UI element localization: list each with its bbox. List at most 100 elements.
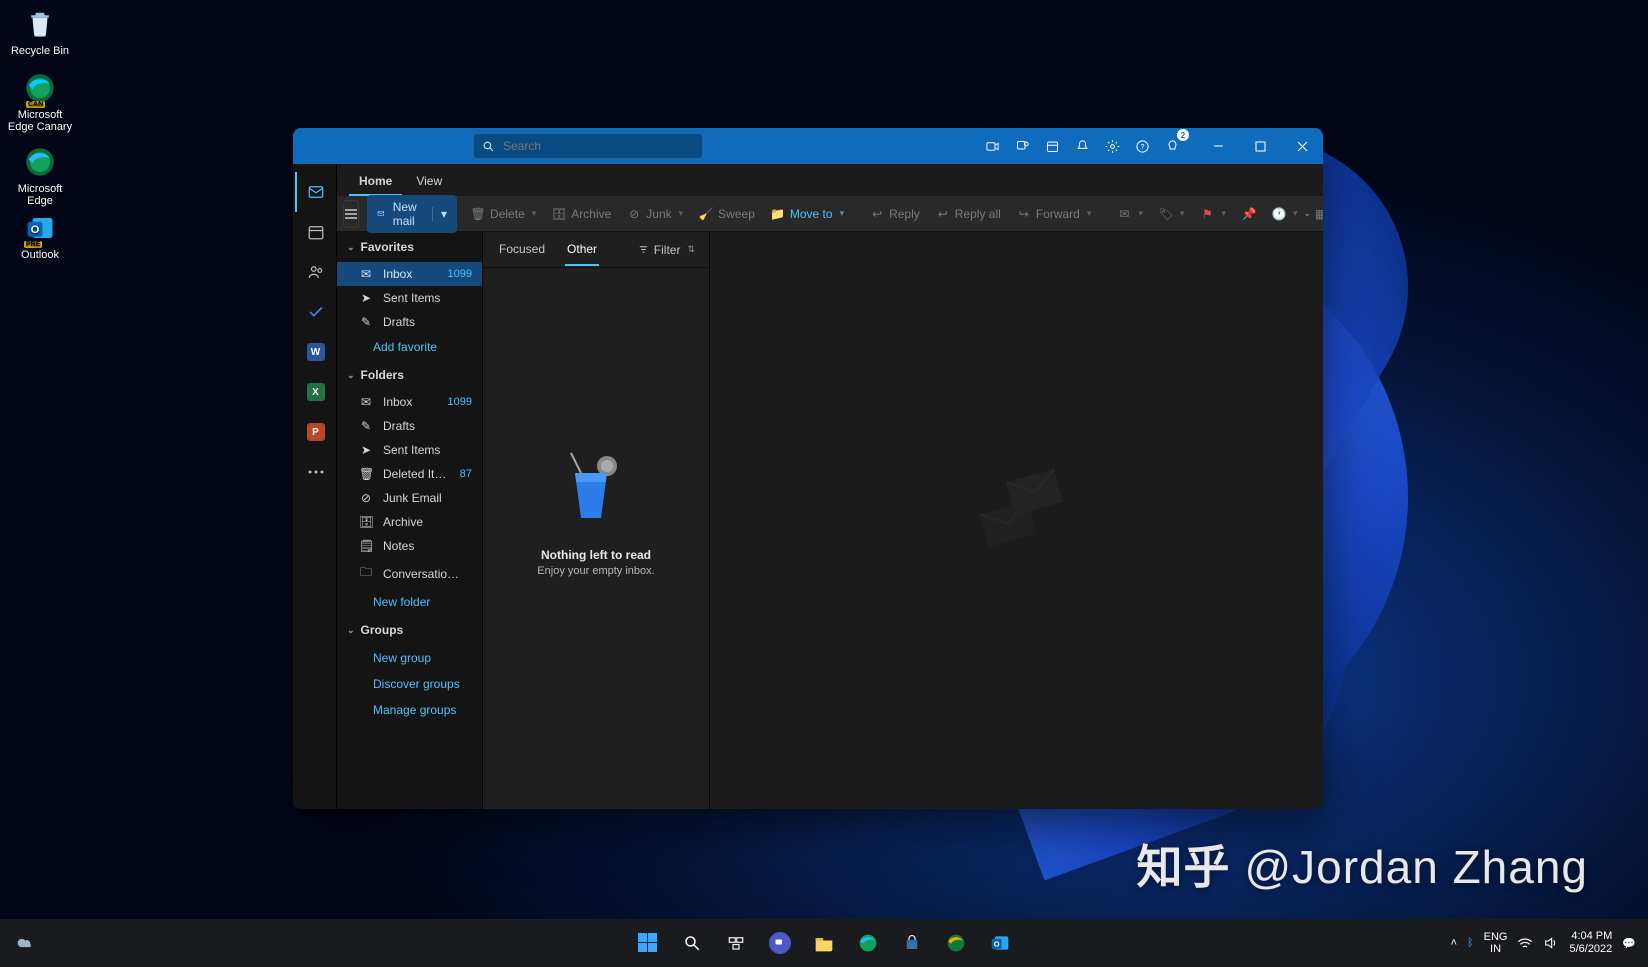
taskbar-taskview-button[interactable] <box>716 923 756 963</box>
taskbar-search-button[interactable] <box>672 923 712 963</box>
desktop-icon-recycle-bin[interactable]: Recycle Bin <box>4 6 76 57</box>
folder-favorites-drafts[interactable]: ✎Drafts <box>337 310 482 334</box>
rail-more-icon[interactable] <box>295 452 335 492</box>
taskbar: O ˄ ᛒ ENGIN 4:04 PM5/6/2022 💬 <box>0 919 1648 967</box>
meet-now-icon[interactable] <box>977 131 1007 161</box>
replyall-button[interactable]: ↩Reply all <box>930 203 1007 225</box>
taskbar-volume-icon[interactable] <box>1543 936 1559 950</box>
folder-deleted[interactable]: 🗑Deleted Items87 <box>337 462 482 486</box>
reading-pane <box>710 232 1323 809</box>
folder-notes[interactable]: 🗒Notes <box>337 534 482 558</box>
folder-archive[interactable]: 🗄Archive <box>337 510 482 534</box>
taskbar-notifications-icon[interactable]: 💬 <box>1622 937 1636 950</box>
folder-inbox[interactable]: ✉Inbox1099 <box>337 390 482 414</box>
reply-button[interactable]: ↩Reply <box>864 203 926 225</box>
pin-button[interactable]: 📌 <box>1236 203 1262 225</box>
tag-button[interactable]: 🏷▾ <box>1153 203 1191 225</box>
replyall-icon: ↩ <box>936 207 950 221</box>
collapse-ribbon-button[interactable]: ⌄ <box>1295 204 1317 223</box>
help-icon[interactable]: ? <box>1127 131 1157 161</box>
close-button[interactable] <box>1281 128 1323 164</box>
search-icon <box>482 140 495 153</box>
draft-icon: ✎ <box>359 419 373 433</box>
rail-excel-icon[interactable]: X <box>295 372 335 412</box>
taskbar-wifi-icon[interactable] <box>1517 936 1533 950</box>
taskbar-weather-icon[interactable] <box>6 923 46 963</box>
desktop-icon-edge-canary[interactable]: CAN Microsoft Edge Canary <box>4 70 76 133</box>
folder-conversation-history[interactable]: 🗀Conversation His... <box>337 558 482 589</box>
chevron-down-icon: ⌄ <box>347 242 355 253</box>
minimize-button[interactable] <box>1197 128 1239 164</box>
moveto-button[interactable]: 📁Move to▾ <box>765 203 850 225</box>
desktop-icon-edge[interactable]: Microsoft Edge <box>4 144 76 207</box>
inbox-icon: ✉ <box>359 267 373 281</box>
discover-groups-link[interactable]: Discover groups <box>337 671 482 697</box>
settings-icon[interactable] <box>1097 131 1127 161</box>
manage-groups-link[interactable]: Manage groups <box>337 697 482 723</box>
rail-word-icon[interactable]: W <box>295 332 335 372</box>
chevron-down-icon: ⌄ <box>1303 208 1311 219</box>
svg-text:?: ? <box>1140 142 1144 151</box>
desktop-icon-outlook[interactable]: OPRE Outlook <box>4 210 76 261</box>
sweep-icon: 🧹 <box>699 207 713 221</box>
taskbar-explorer-button[interactable] <box>804 923 844 963</box>
day-icon[interactable] <box>1037 131 1067 161</box>
flag-button[interactable]: ⚑▾ <box>1194 203 1232 225</box>
taskbar-clock[interactable]: 4:04 PM5/6/2022 <box>1569 930 1612 956</box>
maximize-button[interactable] <box>1239 128 1281 164</box>
sweep-button[interactable]: 🧹Sweep <box>693 203 761 225</box>
junk-button[interactable]: ⊘Junk▾ <box>621 203 689 225</box>
search-box[interactable] <box>473 133 703 159</box>
rail-todo-icon[interactable] <box>295 292 335 332</box>
add-favorite-link[interactable]: Add favorite <box>337 334 482 360</box>
section-favorites[interactable]: ⌄Favorites <box>337 232 482 262</box>
tab-focused[interactable]: Focused <box>497 234 547 266</box>
section-groups[interactable]: ⌄Groups <box>337 615 482 645</box>
empty-title: Nothing left to read <box>541 548 651 562</box>
archive-button[interactable]: 🗄Archive <box>546 203 617 225</box>
folder-icon: 📁 <box>771 207 785 221</box>
flag-icon: ⚑ <box>1200 207 1214 221</box>
rail-mail-icon[interactable] <box>295 172 335 212</box>
tab-view[interactable]: View <box>406 168 452 196</box>
taskbar-outlook-button[interactable]: O <box>980 923 1020 963</box>
new-mail-button[interactable]: New mail ▾ <box>367 195 457 233</box>
new-group-link[interactable]: New group <box>337 645 482 671</box>
rail-powerpoint-icon[interactable]: P <box>295 412 335 452</box>
tips-icon[interactable]: 2 <box>1157 131 1187 161</box>
taskbar-chat-button[interactable] <box>760 923 800 963</box>
filter-button[interactable]: Filter ⇅ <box>638 243 695 257</box>
taskbar-start-button[interactable] <box>628 923 668 963</box>
forward-icon: ↪ <box>1017 207 1031 221</box>
taskbar-bluetooth-icon[interactable]: ᛒ <box>1467 937 1474 949</box>
notifications-icon[interactable] <box>1067 131 1097 161</box>
delete-button[interactable]: 🗑Delete▾ <box>465 203 542 225</box>
taskbar-language-button[interactable]: ENGIN <box>1484 931 1508 955</box>
rail-calendar-icon[interactable] <box>295 212 335 252</box>
folder-junk[interactable]: ⊘Junk Email <box>337 486 482 510</box>
folder-favorites-sent[interactable]: ➤Sent Items <box>337 286 482 310</box>
section-folders[interactable]: ⌄Folders <box>337 360 482 390</box>
folder-sent[interactable]: ➤Sent Items <box>337 438 482 462</box>
search-input[interactable] <box>503 139 694 153</box>
taskbar-tray-chevron-icon[interactable]: ˄ <box>1451 937 1457 949</box>
teams-icon[interactable] <box>1007 131 1037 161</box>
hamburger-button[interactable] <box>343 200 359 228</box>
tab-other[interactable]: Other <box>565 234 599 266</box>
taskbar-edge-canary-button[interactable] <box>936 923 976 963</box>
folder-drafts[interactable]: ✎Drafts <box>337 414 482 438</box>
taskbar-edge-button[interactable] <box>848 923 888 963</box>
tab-home[interactable]: Home <box>349 168 402 196</box>
folder-favorites-inbox[interactable]: ✉Inbox1099 <box>337 262 482 286</box>
chevron-down-icon[interactable]: ▾ <box>432 207 447 221</box>
folder-pane: ⌄Favorites ✉Inbox1099 ➤Sent Items ✎Draft… <box>337 232 482 809</box>
taskbar-store-button[interactable] <box>892 923 932 963</box>
forward-button[interactable]: ↪Forward▾ <box>1011 203 1098 225</box>
pin-icon: 📌 <box>1242 207 1256 221</box>
chevron-down-icon: ⌄ <box>347 370 355 381</box>
read-button[interactable]: ✉▾ <box>1111 203 1149 225</box>
outlook-window: ? 2 W X P Home Vie <box>293 128 1323 809</box>
archive-icon: 🗄 <box>552 207 566 221</box>
new-folder-link[interactable]: New folder <box>337 589 482 615</box>
rail-people-icon[interactable] <box>295 252 335 292</box>
